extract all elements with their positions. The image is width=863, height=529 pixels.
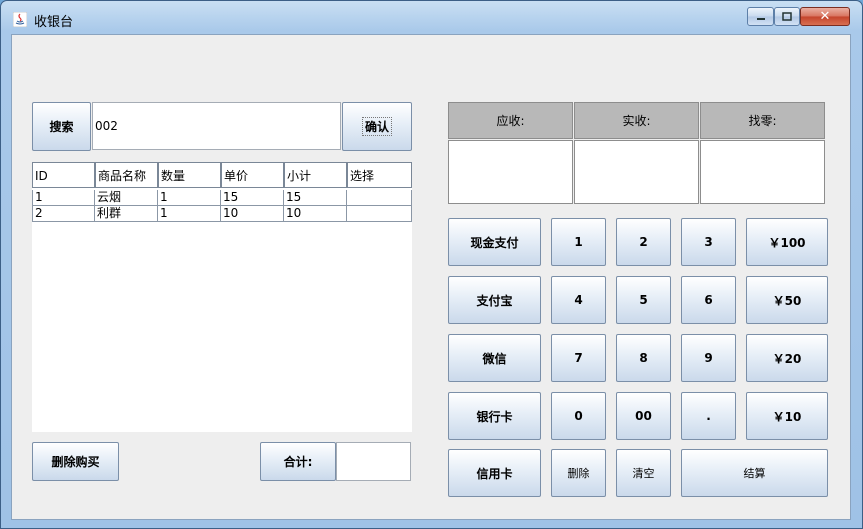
received-header: 实收: [574, 102, 699, 139]
cell-subtotal: 10 [284, 206, 347, 222]
checkout-button[interactable]: 结算 [681, 449, 828, 497]
change-field[interactable] [700, 140, 825, 204]
wechat-pay-button[interactable]: 微信 [448, 334, 541, 382]
quick-amount-10-button[interactable]: ￥10 [746, 392, 828, 440]
delete-button[interactable]: 删除 [551, 449, 606, 497]
key-label: 3 [704, 235, 713, 249]
table-row[interactable]: 2 利群 1 10 10 [32, 206, 412, 222]
cell-unit-price: 10 [221, 206, 284, 222]
cell-select[interactable] [347, 190, 412, 206]
total-label: 合计: [283, 455, 313, 469]
quick-amount-100-button[interactable]: ￥100 [746, 218, 828, 266]
window-title: 收银台 [34, 15, 74, 30]
key-3[interactable]: 3 [681, 218, 736, 266]
key-label: 6 [704, 293, 713, 307]
key-1[interactable]: 1 [551, 218, 606, 266]
column-header-quantity[interactable]: 数量 [158, 162, 221, 188]
wechat-pay-label: 微信 [482, 351, 507, 366]
quick-amount-20-button[interactable]: ￥20 [746, 334, 828, 382]
total-label-button[interactable]: 合计: [260, 442, 336, 481]
key-0[interactable]: 0 [551, 392, 606, 440]
cell-id: 2 [32, 206, 95, 222]
key-label: 8 [639, 351, 648, 365]
key-label: 7 [574, 351, 583, 365]
key-4[interactable]: 4 [551, 276, 606, 324]
cell-name: 云烟 [95, 190, 158, 206]
confirm-button[interactable]: 确认 [342, 102, 412, 151]
key-6[interactable]: 6 [681, 276, 736, 324]
delete-label: 删除 [567, 467, 590, 480]
quick-amount-label: ￥100 [768, 235, 806, 250]
alipay-button[interactable]: 支付宝 [448, 276, 541, 324]
key-decimal[interactable]: . [681, 392, 736, 440]
key-8[interactable]: 8 [616, 334, 671, 382]
cell-name: 利群 [95, 206, 158, 222]
clear-button[interactable]: 清空 [616, 449, 671, 497]
due-field[interactable] [448, 140, 573, 204]
table-row[interactable]: 1 云烟 1 15 15 [32, 190, 412, 206]
maximize-button[interactable] [774, 7, 800, 26]
cell-select[interactable] [347, 206, 412, 222]
key-label: 4 [574, 293, 583, 307]
key-7[interactable]: 7 [551, 334, 606, 382]
key-5[interactable]: 5 [616, 276, 671, 324]
column-header-select[interactable]: 选择 [347, 162, 412, 188]
bank-card-label: 银行卡 [476, 409, 513, 424]
column-header-unit-price[interactable]: 单价 [221, 162, 284, 188]
cart-table: ID 商品名称 数量 单价 小计 选择 1 云烟 1 15 15 2 利群 1 … [32, 162, 412, 432]
credit-card-label: 信用卡 [476, 466, 513, 481]
column-header-id[interactable]: ID [32, 162, 95, 188]
key-label: 0 [574, 409, 583, 423]
quick-amount-50-button[interactable]: ￥50 [746, 276, 828, 324]
key-label: 5 [639, 293, 648, 307]
column-header-subtotal[interactable]: 小计 [284, 162, 347, 188]
credit-card-button[interactable]: 信用卡 [448, 449, 541, 497]
cell-quantity[interactable]: 1 [158, 190, 221, 206]
title-bar[interactable]: 收银台 ✕ [1, 1, 862, 33]
maximize-icon [782, 12, 792, 21]
change-header: 找零: [700, 102, 825, 139]
confirm-button-label: 确认 [361, 117, 392, 136]
delete-purchase-label: 删除购买 [51, 455, 100, 469]
checkout-label: 结算 [743, 467, 766, 480]
key-00[interactable]: 00 [616, 392, 671, 440]
key-2[interactable]: 2 [616, 218, 671, 266]
column-header-name[interactable]: 商品名称 [95, 162, 158, 188]
key-label: 2 [639, 235, 648, 249]
key-label: . [706, 409, 711, 423]
cash-payment-button[interactable]: 现金支付 [448, 218, 541, 266]
key-9[interactable]: 9 [681, 334, 736, 382]
cell-subtotal: 15 [284, 190, 347, 206]
close-icon: ✕ [819, 9, 831, 24]
due-header: 应收: [448, 102, 573, 139]
search-button[interactable]: 搜索 [32, 102, 91, 151]
cash-payment-label: 现金支付 [470, 235, 519, 250]
search-input[interactable]: 002 [92, 102, 341, 150]
key-label: 1 [574, 235, 583, 249]
quick-amount-label: ￥20 [772, 351, 802, 366]
alipay-label: 支付宝 [476, 293, 513, 308]
cell-id: 1 [32, 190, 95, 206]
java-icon [13, 12, 27, 27]
received-field[interactable] [574, 140, 699, 204]
clear-label: 清空 [632, 467, 655, 480]
search-button-label: 搜索 [49, 120, 74, 134]
key-label: 00 [635, 409, 652, 423]
close-button[interactable]: ✕ [800, 7, 850, 26]
key-label: 9 [704, 351, 713, 365]
table-header: ID 商品名称 数量 单价 小计 选择 [32, 162, 412, 188]
total-field[interactable] [336, 442, 411, 481]
quick-amount-label: ￥10 [772, 409, 802, 424]
quick-amount-label: ￥50 [772, 293, 802, 308]
delete-purchase-button[interactable]: 删除购买 [32, 442, 119, 481]
cell-quantity[interactable]: 1 [158, 206, 221, 222]
bank-card-button[interactable]: 银行卡 [448, 392, 541, 440]
minimize-button[interactable] [747, 7, 774, 26]
cell-unit-price: 15 [221, 190, 284, 206]
minimize-icon [756, 17, 765, 20]
